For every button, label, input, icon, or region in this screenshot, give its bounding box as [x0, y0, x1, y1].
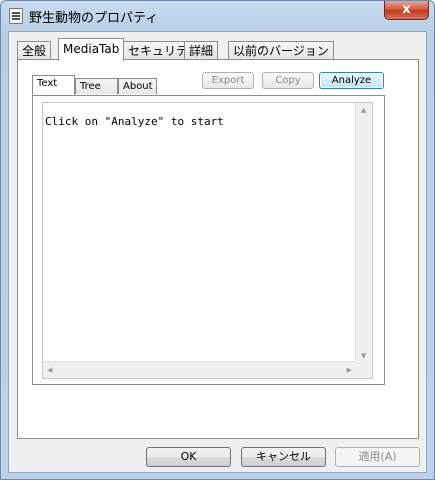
copy-button[interactable]: Copy — [262, 72, 314, 89]
title-bar: 野生動物のプロパティ x — [1, 1, 434, 31]
analyze-button[interactable]: Analyze — [319, 72, 384, 89]
text-tab-panel: Click on "Analyze" to start ▲ ▼ ◀ ▶ — [32, 95, 385, 385]
close-button[interactable]: x — [384, 1, 429, 20]
scroll-up-icon[interactable]: ▲ — [361, 106, 366, 114]
properties-dialog: 野生動物のプロパティ x 全般 MediaTab セキュリティ 詳細 以前のバー… — [0, 0, 435, 480]
scroll-down-icon[interactable]: ▼ — [361, 352, 366, 360]
window-title: 野生動物のプロパティ — [29, 11, 159, 26]
cancel-button[interactable]: キャンセル — [241, 447, 326, 467]
dialog-client: 全般 MediaTab セキュリティ 詳細 以前のバージョン Text Tree… — [8, 31, 427, 473]
document-icon — [9, 8, 23, 24]
vertical-scrollbar[interactable]: ▲ ▼ — [355, 103, 372, 363]
scrollbar-corner — [355, 361, 372, 378]
inner-tab-text[interactable]: Text — [32, 75, 75, 95]
inner-tab-tree[interactable]: Tree — [75, 78, 118, 94]
scroll-left-icon[interactable]: ◀ — [47, 366, 52, 374]
output-textarea[interactable]: Click on "Analyze" to start ▲ ▼ ◀ ▶ — [42, 102, 373, 379]
apply-button[interactable]: 適用(A) — [335, 447, 420, 467]
inner-tab-about[interactable]: About — [118, 78, 157, 94]
mediatab-panel: Text Tree About Export Copy Analyze Clic… — [17, 59, 419, 439]
output-text: Click on "Analyze" to start — [45, 115, 224, 128]
tab-mediatab[interactable]: MediaTab — [58, 38, 125, 61]
ok-button[interactable]: OK — [146, 447, 231, 467]
tab-previous-versions[interactable]: 以前のバージョン — [228, 41, 334, 60]
horizontal-scrollbar[interactable]: ◀ ▶ — [43, 361, 356, 378]
export-button[interactable]: Export — [202, 72, 254, 89]
tab-general[interactable]: 全般 — [17, 41, 52, 60]
tab-details[interactable]: 詳細 — [184, 41, 219, 60]
scroll-right-icon[interactable]: ▶ — [347, 366, 352, 374]
